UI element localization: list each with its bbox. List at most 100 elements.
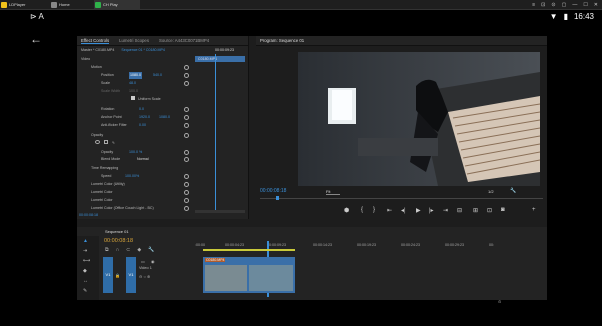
reset-icon[interactable] [184, 107, 189, 112]
blend-select[interactable]: Normal [137, 156, 149, 163]
extract-icon[interactable]: ⊞ [473, 207, 478, 214]
lumetri-effect-4[interactable]: Lumetri Color (Office Couch Light - BC) [91, 205, 154, 212]
opacity-section-label[interactable]: Opacity [91, 132, 103, 139]
timeline-tab[interactable]: Sequence 01 [99, 227, 129, 236]
ldplayer-icon [1, 2, 7, 8]
lock-icon[interactable]: 🔒 [115, 273, 120, 278]
add-button-icon[interactable]: + [532, 207, 536, 213]
ripple-edit-icon[interactable]: ⟷ [83, 258, 90, 264]
reset-icon[interactable] [184, 150, 189, 155]
go-to-out-icon[interactable]: ⇥ [443, 207, 448, 214]
track-target-v1[interactable]: V1 [126, 257, 136, 293]
reset-icon[interactable] [184, 123, 189, 128]
opacity-row: Opacity 100.0 % [101, 149, 142, 156]
reset-icon[interactable] [184, 174, 189, 179]
android-statusbar: ⊳ A ▼ ▮ 16:43 [0, 10, 602, 24]
nest-icon[interactable]: ⧉ [105, 247, 109, 253]
video-clip[interactable]: C0180.MP4 [203, 257, 295, 293]
scroll-icon[interactable]: ⊙ [498, 299, 501, 304]
track-controls[interactable]: ⊖ ○ ⊕ [139, 274, 150, 279]
mini-playhead[interactable] [215, 54, 216, 210]
tab-ch-play[interactable]: CH Play [94, 0, 140, 10]
selection-tool-icon[interactable]: ▲ [83, 238, 88, 244]
opacity-value[interactable]: 100.0 % [129, 149, 142, 156]
settings-icon[interactable]: ⊙ [551, 2, 555, 8]
reset-icon[interactable] [184, 157, 189, 162]
track-select-icon[interactable]: ⇥ [83, 248, 87, 254]
reset-icon[interactable] [184, 65, 189, 70]
wrench-icon[interactable]: 🔧 [510, 188, 516, 194]
scale-row: Scale 48.0 [101, 80, 136, 87]
marker-icon[interactable]: ◆ [137, 247, 141, 253]
rect-mask-icon[interactable] [104, 140, 108, 144]
antiflicker-label: Anti-flicker Filter [101, 123, 127, 127]
minimize-icon[interactable]: — [572, 2, 577, 8]
lumetri-effect-2[interactable]: Lumetri Color [91, 189, 113, 196]
slip-tool-icon[interactable]: ↔ [83, 278, 88, 284]
sequence-label[interactable]: Sequence 01 * C0180.MP4 [121, 48, 165, 52]
lift-icon[interactable]: ⊟ [457, 207, 462, 214]
motion-label[interactable]: Motion [91, 64, 102, 71]
tab-ldplayer[interactable]: LDPlayer [0, 0, 50, 10]
linked-icon[interactable]: ⊂ [126, 247, 130, 253]
mark-out-icon[interactable]: } [373, 207, 375, 213]
ellipse-mask-icon[interactable] [95, 140, 100, 144]
sync-lock-icon[interactable]: ▭ [141, 259, 145, 264]
reset-icon[interactable] [184, 115, 189, 120]
anchor-x-value[interactable]: 1920.0 [139, 114, 150, 121]
menu-icon[interactable]: ≡ [532, 2, 535, 8]
maximize-icon[interactable]: ☐ [583, 2, 587, 8]
scale-width-row: Scale Width 100.0 [101, 88, 138, 95]
position-x-value[interactable]: 1080.0 [129, 72, 142, 79]
scale-label: Scale [101, 81, 110, 85]
reset-icon[interactable] [184, 190, 189, 195]
program-title[interactable]: Program: Sequence 01 [260, 38, 304, 43]
resolution-dropdown[interactable]: 1/2 [488, 189, 494, 194]
anchor-y-value[interactable]: 1080.0 [159, 114, 170, 121]
time-remap-label[interactable]: Time Remapping [91, 165, 118, 172]
tab-lumetri-scopes[interactable]: Lumetri Scopes [119, 38, 149, 43]
reset-icon[interactable] [184, 81, 189, 86]
uniform-scale-checkbox[interactable] [131, 96, 135, 100]
reset-icon[interactable] [184, 198, 189, 203]
rotation-value[interactable]: 0.0 [139, 106, 144, 113]
go-to-in-icon[interactable]: ⇤ [387, 207, 392, 214]
lumetri-effect-1[interactable]: Lumetri Color (Utility) [91, 181, 125, 188]
work-area-bar[interactable] [203, 249, 295, 251]
wrench-icon[interactable]: 🔧 [148, 247, 154, 253]
step-forward-icon[interactable]: |▸ [429, 207, 434, 214]
position-y-value[interactable]: 540.0 [153, 72, 162, 79]
export-frame-icon[interactable]: ◙ [501, 207, 505, 213]
pen-mask-icon[interactable]: ✎ [112, 141, 115, 145]
step-back-icon[interactable]: ◂| [401, 207, 406, 214]
scale-value[interactable]: 48.0 [129, 80, 136, 87]
reset-icon[interactable] [184, 73, 189, 78]
master-label[interactable]: Master * C0180.MP4 [81, 48, 114, 52]
mini-scrollbar[interactable] [195, 210, 245, 213]
screen-icon[interactable]: ⊡ [541, 2, 545, 8]
tab-source[interactable]: Source: A443C0071BMP4 [159, 38, 209, 43]
pen-tool-icon[interactable]: ✎ [83, 288, 87, 294]
tab-home[interactable]: Home [50, 0, 92, 10]
antiflicker-value[interactable]: 0.00 [139, 122, 146, 129]
mark-in-icon[interactable]: { [361, 207, 363, 213]
program-scrubber[interactable] [260, 198, 543, 199]
restore-icon[interactable]: ▢ [562, 2, 567, 8]
reset-icon[interactable] [184, 133, 189, 138]
speed-value[interactable]: 100.00% [125, 173, 139, 180]
eye-icon[interactable]: ◉ [151, 259, 155, 264]
program-playhead[interactable] [276, 196, 279, 200]
close-icon[interactable]: ✕ [594, 2, 598, 8]
lumetri-effect-3[interactable]: Lumetri Color [91, 197, 113, 204]
reset-icon[interactable] [184, 206, 189, 211]
reset-icon[interactable] [184, 182, 189, 187]
insert-icon[interactable]: ⊡ [487, 207, 492, 214]
add-marker-icon[interactable]: ⬢ [344, 207, 349, 214]
play-icon[interactable]: ▶ [416, 207, 421, 214]
back-arrow-icon[interactable]: ← [30, 32, 42, 46]
fit-dropdown[interactable]: Fit [326, 189, 341, 195]
snap-icon[interactable]: ∩ [116, 247, 120, 253]
source-patch-v1[interactable]: V1 [103, 257, 113, 293]
tab-effect-controls[interactable]: Effect Controls [81, 38, 110, 44]
razor-tool-icon[interactable]: ◆ [83, 268, 87, 274]
